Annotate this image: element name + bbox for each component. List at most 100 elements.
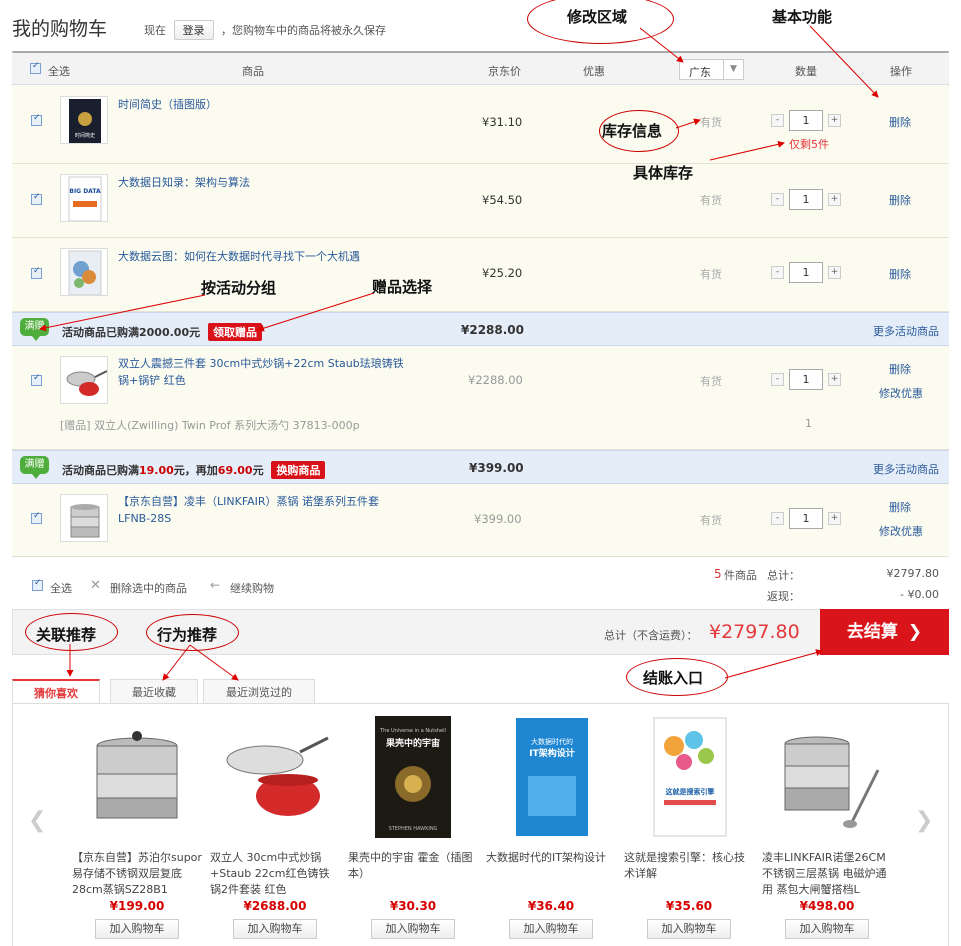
svg-text:这就是搜索引擎: 这就是搜索引擎 — [666, 787, 716, 796]
region-select[interactable]: 广东 ▼ — [679, 59, 744, 80]
add-to-cart-button[interactable]: 加入购物车 — [371, 919, 455, 939]
gift-badge: 满赠 — [20, 318, 49, 341]
svg-text:果壳中的宇宙: 果壳中的宇宙 — [385, 737, 440, 749]
product-name-link[interactable]: 【京东自营】苏泊尔supor易存储不锈钢双层复底28cm蒸锅SZ28B1 — [72, 850, 202, 896]
product-price: ¥54.50 — [482, 193, 523, 207]
login-button[interactable]: 登录 — [173, 20, 214, 40]
modify-discount-link[interactable]: 修改优惠 — [879, 523, 923, 539]
product-image[interactable]: 这就是搜索引擎 — [634, 710, 744, 840]
region-value: 广东 — [689, 66, 711, 79]
checkout-button[interactable]: 去结算 ❯ — [820, 609, 949, 655]
item-checkbox[interactable] — [31, 113, 42, 126]
product-price: ¥31.10 — [482, 115, 523, 129]
product-name-link[interactable]: 大数据日知录：架构与算法 — [118, 174, 250, 191]
stock-status: 有货 — [700, 268, 722, 281]
continue-shopping-link[interactable]: 继续购物 — [230, 580, 274, 596]
carousel-prev-icon[interactable]: ❮ — [28, 808, 46, 833]
annotation-behavior-rec: 行为推荐 — [157, 626, 218, 644]
quantity-input[interactable]: 1 — [789, 189, 823, 210]
delete-link[interactable]: 删除 — [889, 266, 911, 282]
modify-discount-link[interactable]: 修改优惠 — [879, 385, 923, 401]
quantity-input[interactable]: 1 — [789, 110, 823, 131]
product-name-link[interactable]: 大数据云图：如何在大数据时代寻找下一个大机遇 — [118, 248, 360, 265]
product-name-link[interactable]: 时间简史（插图版） — [118, 96, 217, 113]
promotion-text: 活动商品已购满19.00元，再加69.00元 换购商品 — [62, 461, 326, 479]
gift-item-name: [赠品] 双立人(Zwilling) Twin Prof 系列大汤勺 37813… — [60, 419, 360, 432]
product-name-link[interactable]: 双立人 30cm中式炒锅+Staub 22cm红色铸铁锅2件套装 红色 — [210, 850, 340, 896]
footer-select-all-checkbox[interactable] — [32, 578, 43, 591]
recommendation-item: 【京东自营】苏泊尔supor易存储不锈钢双层复底28cm蒸锅SZ28B1 ¥19… — [72, 710, 202, 939]
note-prefix: 现在 — [144, 24, 166, 37]
cart-item-row: 大数据云图：如何在大数据时代寻找下一个大机遇 ¥25.20 有货 - 1 + 删… — [12, 238, 949, 312]
product-name-link[interactable]: 果壳中的宇宙 霍金（插图本） — [348, 850, 478, 896]
more-promo-items-link[interactable]: 更多活动商品 — [873, 461, 939, 477]
tab-recent-favorites[interactable]: 最近收藏 — [110, 679, 198, 704]
product-name-link[interactable]: 这就是搜索引擎：核心技术详解 — [624, 850, 754, 896]
add-to-cart-button[interactable]: 加入购物车 — [95, 919, 179, 939]
page-title: 我的购物车 — [12, 18, 108, 40]
tab-recently-viewed[interactable]: 最近浏览过的 — [203, 679, 315, 704]
claim-gift-button[interactable]: 领取赠品 — [207, 323, 262, 341]
decrease-button[interactable]: - — [771, 114, 784, 127]
product-price: ¥35.60 — [665, 899, 713, 913]
decrease-button[interactable]: - — [771, 373, 784, 386]
carousel-next-icon[interactable]: ❯ — [915, 808, 933, 833]
increase-button[interactable]: + — [828, 193, 841, 206]
item-checkbox[interactable] — [31, 266, 42, 279]
product-image[interactable] — [220, 710, 330, 840]
item-count-unit: 件商品 — [724, 569, 757, 582]
cart-item-row: 时间简史 时间简史（插图版） ¥31.10 有货 - 1 + 仅剩5件 删除 — [12, 86, 949, 164]
item-checkbox[interactable] — [31, 511, 42, 524]
delete-link[interactable]: 删除 — [889, 192, 911, 208]
product-thumbnail[interactable] — [60, 248, 108, 296]
more-promo-items-link[interactable]: 更多活动商品 — [873, 323, 939, 339]
product-image[interactable] — [772, 710, 882, 840]
delete-selected-link[interactable]: 删除选中的商品 — [110, 580, 187, 596]
product-price: ¥36.40 — [527, 899, 575, 913]
product-thumbnail[interactable] — [60, 356, 108, 404]
quantity-input[interactable]: 1 — [789, 508, 823, 529]
product-image[interactable]: 大数据时代的 IT架构设计 — [496, 710, 606, 840]
rebate-value: - ¥0.00 — [900, 588, 939, 601]
select-all-checkbox[interactable] — [30, 61, 41, 74]
increase-button[interactable]: + — [828, 114, 841, 127]
product-name-link[interactable]: 双立人震撼三件套 30cm中式炒锅+22cm Staub珐琅铸铁锅+锅铲 红色 — [118, 355, 408, 389]
quantity-input[interactable]: 1 — [789, 262, 823, 283]
promotion-message-a: 活动商品已购满 — [62, 464, 139, 477]
decrease-button[interactable]: - — [771, 193, 784, 206]
add-to-cart-button[interactable]: 加入购物车 — [233, 919, 317, 939]
add-to-cart-button[interactable]: 加入购物车 — [509, 919, 593, 939]
promotion-group-header: 满赠 活动商品已购满19.00元，再加69.00元 换购商品 ¥399.00 更… — [12, 450, 949, 484]
increase-button[interactable]: + — [828, 373, 841, 386]
recommendation-item: 这就是搜索引擎 这就是搜索引擎：核心技术详解 ¥35.60 加入购物车 — [624, 710, 754, 939]
promotion-subtotal: ¥399.00 — [469, 461, 524, 475]
redeem-item-button[interactable]: 换购商品 — [271, 461, 326, 479]
tab-guess-you-like[interactable]: 猜你喜欢 — [12, 679, 100, 704]
delete-link[interactable]: 删除 — [889, 499, 911, 515]
footer-select-all-label[interactable]: 全选 — [50, 580, 72, 596]
product-image[interactable]: The Universe in a Nutshell 果壳中的宇宙 STEPHEN … — [358, 710, 468, 840]
decrease-button[interactable]: - — [771, 266, 784, 279]
decrease-button[interactable]: - — [771, 512, 784, 525]
product-thumbnail[interactable]: 时间简史 — [60, 96, 108, 144]
product-name-link[interactable]: 凌丰LINKFAIR诺堡26CM不锈钢三层蒸锅 电磁炉通用 蒸包大闸蟹搭档L — [762, 850, 892, 896]
promotion-subtotal: ¥2288.00 — [461, 323, 525, 337]
quantity-input[interactable]: 1 — [789, 369, 823, 390]
product-name-link[interactable]: 大数据时代的IT架构设计 — [486, 850, 616, 896]
promotion-message-c: 元 — [252, 464, 264, 477]
add-to-cart-button[interactable]: 加入购物车 — [785, 919, 869, 939]
add-to-cart-button[interactable]: 加入购物车 — [647, 919, 731, 939]
checkout-button-label: 去结算 — [846, 622, 898, 642]
item-checkbox[interactable] — [31, 373, 42, 386]
product-price: ¥498.00 — [799, 899, 855, 913]
increase-button[interactable]: + — [828, 512, 841, 525]
product-image[interactable] — [82, 710, 192, 840]
item-checkbox[interactable] — [31, 192, 42, 205]
product-thumbnail[interactable]: BIG DATA — [60, 174, 108, 222]
note-suffix: ，您购物车中的商品将被永久保存 — [221, 24, 386, 37]
increase-button[interactable]: + — [828, 266, 841, 279]
delete-link[interactable]: 删除 — [889, 361, 911, 377]
delete-link[interactable]: 删除 — [889, 114, 911, 130]
product-name-link[interactable]: 【京东自营】凌丰（LINKFAIR）蒸锅 诺堡系列五件套 LFNB-28S — [118, 493, 408, 527]
product-thumbnail[interactable] — [60, 494, 108, 542]
